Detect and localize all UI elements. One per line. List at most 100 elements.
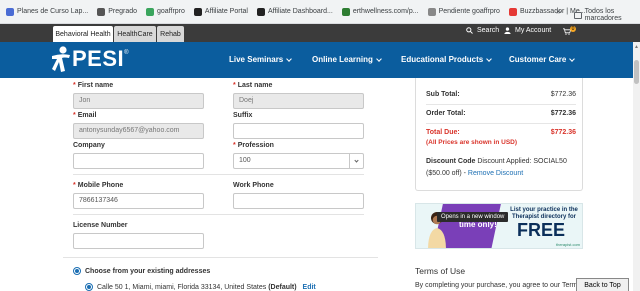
section-divider — [73, 214, 364, 215]
bookmark-favicon-icon — [97, 7, 106, 16]
all-bookmarks-folder[interactable]: Todos los marcadores — [574, 8, 640, 22]
terms-title: Terms of Use — [415, 266, 466, 276]
bookmark-label: goaffrpro — [157, 8, 185, 15]
tab-rehab[interactable]: Rehab — [157, 26, 184, 42]
suffix-label: Suffix — [233, 112, 253, 119]
bookmark-label: Pendiente goaffrpro — [438, 8, 500, 15]
my-account-label: My Account — [515, 27, 552, 34]
total-due-value: $772.36 — [550, 129, 576, 136]
tab-healthcare[interactable]: HealthCare — [114, 26, 156, 42]
profession-select-value: 100 — [239, 157, 251, 164]
order-total-value: $772.36 — [550, 110, 576, 117]
section-divider — [73, 174, 364, 175]
scrollbar-thumb[interactable] — [634, 60, 639, 84]
nav-label: Educational Products — [401, 55, 484, 64]
bookmark-favicon-icon — [193, 7, 202, 16]
ad-time-text: time only! — [459, 220, 497, 229]
user-icon — [504, 27, 511, 34]
existing-address-radio[interactable] — [73, 267, 81, 275]
remove-discount-link[interactable]: Remove Discount — [468, 170, 523, 177]
address-option-radio[interactable] — [85, 283, 93, 291]
nav-live-seminars[interactable]: Live Seminars — [229, 55, 293, 64]
suffix-field[interactable] — [233, 123, 364, 139]
summary-divider — [426, 123, 576, 124]
chevron-down-icon — [569, 55, 576, 62]
email-label: * Email — [73, 112, 97, 119]
pesi-figure-icon — [52, 46, 70, 72]
discount-amount: ($50.00 off) - — [426, 170, 466, 177]
usd-note: (All Prices are shown in USD) — [426, 139, 518, 146]
nav-customer-care[interactable]: Customer Care — [509, 55, 576, 64]
mobile-phone-label: * Mobile Phone — [73, 182, 124, 189]
bookmark-favicon-icon — [6, 7, 14, 16]
profession-select[interactable]: 100 — [233, 153, 364, 169]
mobile-phone-field[interactable]: 7866137346 — [73, 193, 204, 209]
bookmark-favicon-icon — [508, 7, 517, 16]
last-name-field[interactable]: Doej — [233, 93, 364, 109]
bookmark-erthwellness[interactable]: erthwellness.com/p... — [341, 7, 419, 16]
section-divider — [63, 257, 378, 258]
nav-online-learning[interactable]: Online Learning — [312, 55, 382, 64]
order-summary: Sub Total: $772.36 Order Total: $772.36 To… — [415, 78, 583, 191]
subtotal-value: $772.36 — [550, 91, 576, 98]
license-number-field[interactable] — [73, 233, 204, 249]
nav-label: Live Seminars — [229, 55, 284, 64]
therapist-directory-ad[interactable]: time only! List your practice in the The… — [415, 203, 583, 249]
bookmark-favicon-icon — [146, 7, 155, 16]
profession-label: * Profession — [233, 142, 274, 149]
search-link[interactable]: Search — [466, 27, 499, 34]
folder-icon — [574, 11, 582, 19]
bookmark-pendiente-goaffrpro[interactable]: Pendiente goaffrpro — [427, 7, 500, 16]
work-phone-label: Work Phone — [233, 182, 274, 189]
discount-applied-text: Discount Applied: SOCIAL50 — [477, 158, 567, 165]
bookmark-label: Affiliate Dashboard... — [267, 8, 333, 15]
chevron-down-icon — [286, 55, 293, 62]
summary-divider — [426, 104, 576, 105]
work-phone-field[interactable] — [233, 193, 364, 209]
my-account-link[interactable]: My Account — [504, 27, 551, 34]
ad-brand: therapist.com — [556, 242, 581, 247]
bookmark-goaffrpro[interactable]: goaffrpro — [146, 7, 185, 16]
ad-title: List your practice in the Therapist dire… — [510, 207, 578, 220]
bookmarks-bar: Planes de Curso Lap... Pregrado goaffrpr… — [0, 0, 640, 24]
bookmark-label: Affiliate Portal — [204, 8, 248, 15]
bookmark-pregrado[interactable]: Pregrado — [97, 7, 138, 16]
tab-behavioral-health[interactable]: Behavioral Health — [53, 26, 113, 42]
logo-registered-mark: ® — [124, 50, 129, 56]
utility-bar: Behavioral Health HealthCare Rehab Searc… — [0, 24, 640, 42]
first-name-field[interactable]: Jon — [73, 93, 204, 109]
total-due-row: Total Due: $772.36 — [426, 129, 576, 136]
license-number-label: License Number — [73, 222, 128, 229]
search-label: Search — [477, 27, 500, 34]
bookmark-label: Planes de Curso Lap... — [17, 8, 89, 15]
nav-label: Online Learning — [312, 55, 373, 64]
email-field[interactable]: antonysunday6567@yahoo.com — [73, 123, 204, 139]
bookmark-favicon-icon — [341, 7, 350, 16]
chevron-down-icon — [486, 55, 493, 62]
chevron-down-icon — [349, 154, 363, 168]
bookmark-favicon-icon — [256, 7, 265, 16]
discount-info: Discount Code Discount Applied: SOCIAL50… — [426, 156, 578, 180]
nav-label: Customer Care — [509, 55, 567, 64]
nav-educational-products[interactable]: Educational Products — [401, 55, 493, 64]
back-to-top-button[interactable]: Back to Top — [576, 278, 629, 291]
pesi-logo[interactable]: PESI ® — [50, 45, 129, 73]
bookmark-favicon-icon — [427, 7, 436, 16]
logo-text: PESI — [72, 46, 125, 71]
edit-address-link[interactable]: Edit — [303, 284, 316, 291]
bookmark-affiliate-dashboard[interactable]: Affiliate Dashboard... — [256, 7, 333, 16]
subtotal-row: Sub Total: $772.36 — [426, 91, 576, 98]
scroll-up-arrow-icon[interactable]: ▲ — [634, 44, 639, 50]
discount-label: Discount Code — [426, 158, 476, 165]
bookmark-label: erthwellness.com/p... — [352, 8, 419, 15]
new-window-tooltip: Opens in a new window — [437, 212, 509, 222]
bookmarks-overflow-button[interactable]: » — [556, 6, 561, 16]
search-icon — [466, 27, 473, 34]
company-field[interactable] — [73, 153, 204, 169]
bookmark-label: Pregrado — [108, 8, 138, 15]
bookmark-planes-de-curso[interactable]: Planes de Curso Lap... — [6, 7, 89, 16]
cart-count-badge: 0 — [570, 26, 576, 32]
terms-text: By completing your purchase, you agree t… — [415, 282, 587, 289]
first-name-label: * First name — [73, 82, 114, 89]
bookmark-affiliate-portal[interactable]: Affiliate Portal — [193, 7, 248, 16]
